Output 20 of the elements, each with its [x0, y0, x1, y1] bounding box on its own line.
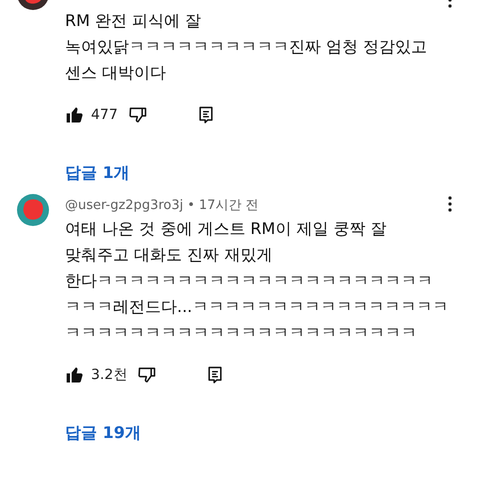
like-count: 3.2천 [91, 366, 128, 384]
thumbs-up-icon[interactable] [65, 105, 85, 125]
comment-text: 센스 대박이다 [65, 62, 168, 84]
replies-link[interactable]: 답글 1개 [65, 162, 130, 184]
more-icon[interactable] [448, 196, 452, 212]
comment-text: 한다ㅋㅋㅋㅋㅋㅋㅋㅋㅋㅋㅋㅋㅋㅋㅋㅋㅋㅋㅋㅋㅋ [65, 270, 434, 292]
thumbs-down-icon[interactable] [137, 365, 158, 385]
thumbs-down-icon[interactable] [128, 105, 148, 125]
replies-link[interactable]: 답글 19개 [65, 422, 141, 444]
comment-text: 여태 나온 것 중에 게스트 RM이 제일 쿵짝 잘 [65, 218, 388, 240]
thumbs-up-icon[interactable] [65, 365, 85, 385]
comment-text: 맞춰주고 대화도 진짜 재밌게 [65, 244, 274, 266]
like-count: 477 [91, 107, 118, 123]
comment-text: 녹여있닭ㅋㅋㅋㅋㅋㅋㅋㅋㅋㅋ진짜 엄청 정감있고 [65, 36, 428, 58]
comment-text: RM 완전 피식에 잘 [65, 10, 202, 32]
comment-author[interactable]: @user-gz2pg3ro3j [65, 198, 184, 212]
comment-text: ㅋㅋㅋ레전드다...ㅋㅋㅋㅋㅋㅋㅋㅋㅋㅋㅋㅋㅋㅋㅋㅋ [65, 296, 450, 318]
comment-text: ㅋㅋㅋㅋㅋㅋㅋㅋㅋㅋㅋㅋㅋㅋㅋㅋㅋㅋㅋㅋㅋㅋ [65, 322, 418, 344]
separator-dot: • [187, 198, 195, 212]
comment-time: 17시간 전 [198, 197, 259, 214]
